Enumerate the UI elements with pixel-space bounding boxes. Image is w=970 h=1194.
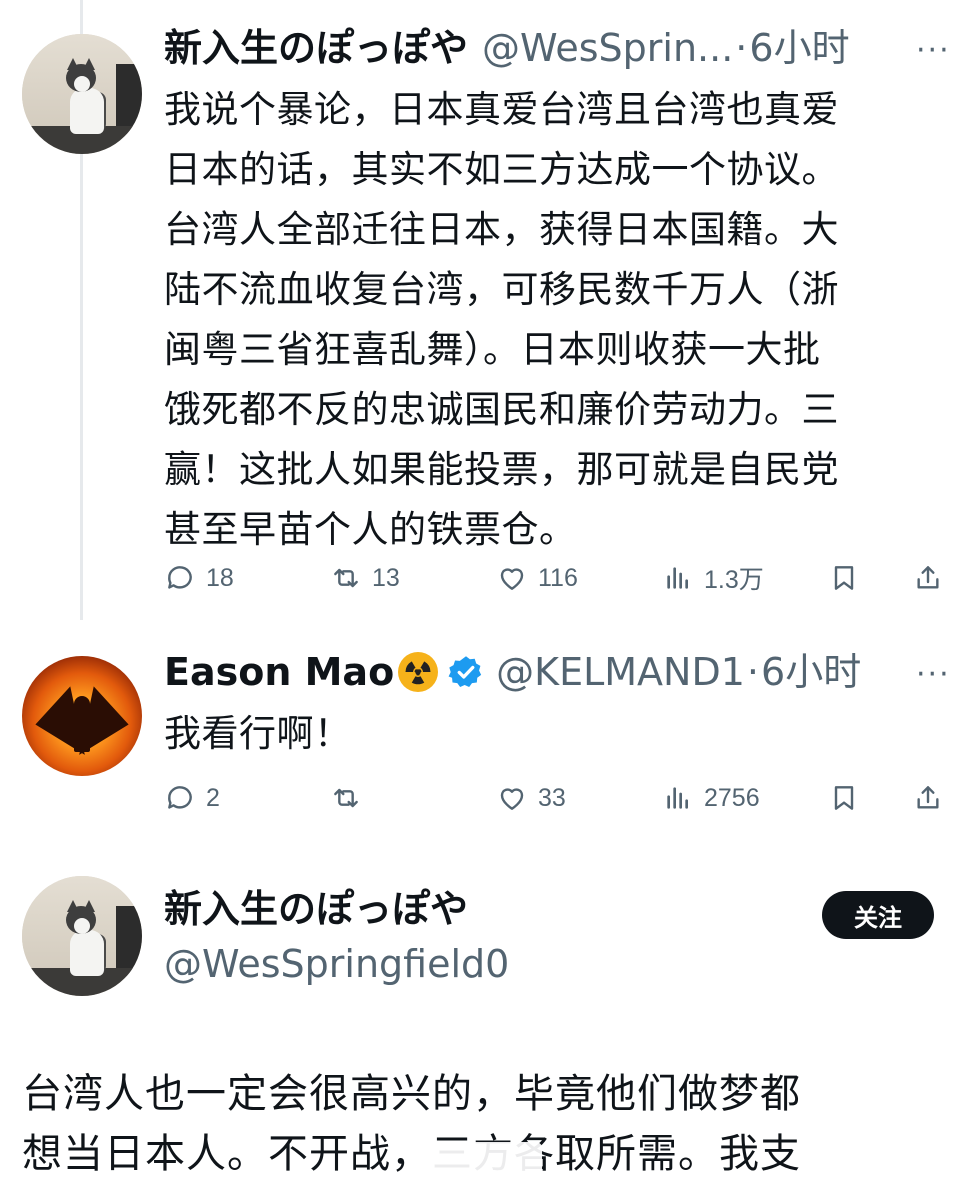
separator-dot: · [746, 650, 760, 694]
more-options-icon[interactable]: ··· [916, 660, 951, 690]
heart-icon [500, 788, 524, 810]
avatar[interactable] [22, 876, 142, 996]
follow-button[interactable]: 关注 [822, 891, 934, 939]
like-count: 33 [538, 783, 566, 812]
reply-icon [168, 566, 192, 589]
timestamp[interactable]: 6小时 [749, 24, 849, 72]
user-handle[interactable]: @KELMAND1 [496, 648, 745, 696]
retweet-button[interactable] [330, 778, 372, 818]
reply-count: 2 [206, 783, 220, 812]
bookmark-button[interactable] [828, 558, 870, 598]
timestamp[interactable]: 6小时 [761, 648, 861, 696]
tweet-text: 我说个暴论，日本真爱台湾且台湾也真爱 日本的话，其实不如三方达成一个协议。 台湾… [164, 88, 839, 551]
tweet-header: Eason Mao @KELMAND1 · 6小时 [164, 648, 861, 696]
views-button[interactable]: 1.3万 [662, 558, 764, 598]
view-count: 2756 [704, 783, 760, 812]
retweet-button[interactable]: 13 [330, 558, 400, 598]
heart-icon [500, 568, 524, 590]
share-icon [917, 786, 939, 809]
tweet-action-bar: 18 13 116 1.3万 [164, 558, 954, 598]
user-handle[interactable]: @WesSprin... [482, 24, 733, 72]
user-handle[interactable]: @WesSpringfield0 [164, 940, 509, 988]
reply-button[interactable]: 18 [164, 558, 234, 598]
separator-dot: · [735, 26, 748, 70]
retweet-count: 13 [372, 563, 400, 592]
tweet-header: 新入生のぽっぽや @WesSprin... · 6小时 [164, 24, 850, 72]
share-button[interactable] [912, 778, 954, 818]
retweet-icon [334, 568, 358, 588]
display-name[interactable]: Eason Mao [164, 648, 394, 696]
bookmark-button[interactable] [828, 778, 870, 818]
like-count: 116 [538, 563, 578, 592]
share-button[interactable] [912, 558, 954, 598]
reply-button[interactable]: 2 [164, 778, 220, 818]
verified-badge-icon [448, 654, 484, 690]
watermark-overlay [412, 1142, 542, 1190]
tweet-text: 我看行啊！ [164, 712, 352, 755]
retweet-icon [334, 788, 358, 808]
display-name[interactable]: 新入生のぽっぽや [164, 24, 468, 72]
reply-count: 18 [206, 563, 234, 592]
display-name[interactable]: 新入生のぽっぽや [164, 885, 468, 933]
radioactive-emoji-icon [398, 652, 439, 692]
like-button[interactable]: 33 [496, 778, 566, 818]
more-options-icon[interactable]: ··· [916, 36, 951, 66]
bookmark-icon [834, 566, 854, 590]
share-icon [917, 566, 939, 589]
avatar[interactable] [22, 34, 142, 154]
like-button[interactable]: 116 [496, 558, 578, 598]
page: 新入生のぽっぽや @WesSprin... · 6小时 ··· 我说个暴论，日本… [0, 0, 970, 1194]
tweet-action-bar: 2 33 2756 [164, 778, 954, 818]
avatar[interactable] [22, 656, 142, 776]
view-count: 1.3万 [704, 566, 764, 594]
views-chart-icon [667, 787, 688, 809]
reply-icon [168, 786, 192, 809]
views-button[interactable]: 2756 [662, 778, 760, 818]
views-chart-icon [667, 567, 688, 589]
bookmark-icon [834, 786, 854, 810]
